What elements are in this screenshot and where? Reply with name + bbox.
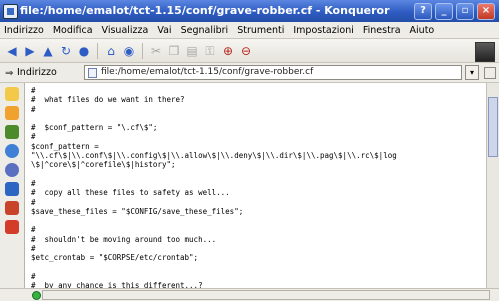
zoom-in-icon[interactable]: ⊕ — [220, 43, 236, 59]
close-button[interactable]: × — [477, 3, 495, 20]
paste-icon[interactable]: ▤ — [184, 43, 200, 59]
go-button[interactable] — [484, 67, 496, 79]
window-controls: ? _ ▫ × — [414, 3, 495, 20]
help-button[interactable]: ? — [414, 3, 432, 20]
home-folder-icon[interactable] — [5, 144, 19, 158]
document-view[interactable]: # # what files do we want in there? # # … — [25, 83, 499, 288]
bookmarks-icon[interactable] — [5, 87, 19, 101]
home-icon[interactable]: ⌂ — [103, 43, 119, 59]
menu-segnalibri[interactable]: Segnalibri — [181, 25, 229, 36]
main-toolbar: ◀ ▶ ▲ ↻ ● ⌂ ◉ ✂ ❐ ▤ ⚿ ⊕ ⊖ — [0, 39, 499, 63]
status-text-field — [42, 290, 490, 300]
vertical-scrollbar[interactable] — [486, 83, 499, 288]
menu-strumenti[interactable]: Strumenti — [237, 25, 284, 36]
url-text[interactable]: file:/home/emalot/tct-1.15/conf/grave-ro… — [101, 67, 313, 77]
minimize-button[interactable]: _ — [435, 3, 453, 20]
security-icon[interactable]: ⚿ — [202, 43, 218, 59]
removable-media-icon[interactable] — [5, 201, 19, 215]
trash-icon[interactable] — [5, 220, 19, 234]
scrollbar-thumb[interactable] — [488, 97, 498, 157]
location-bar: ⇒ Indirizzo file:/home/emalot/tct-1.15/c… — [0, 63, 499, 83]
menu-visualizza[interactable]: Visualizza — [102, 25, 149, 36]
services-icon[interactable] — [5, 182, 19, 196]
menu-bar: Indirizzo Modifica Visualizza Vai Segnal… — [0, 22, 499, 39]
copy-icon[interactable]: ❐ — [166, 43, 182, 59]
zoom-out-icon[interactable]: ⊖ — [238, 43, 254, 59]
menu-finestra[interactable]: Finestra — [363, 25, 401, 36]
up-icon[interactable]: ▲ — [40, 43, 56, 59]
toolbar-separator — [97, 42, 98, 59]
location-label: Indirizzo — [17, 67, 57, 78]
window-titlebar[interactable]: file:/home/emalot/tct-1.15/conf/grave-ro… — [0, 0, 499, 22]
network-icon[interactable] — [5, 125, 19, 139]
menu-modifica[interactable]: Modifica — [53, 25, 93, 36]
stop-icon[interactable]: ● — [76, 43, 92, 59]
root-folder-icon[interactable] — [5, 163, 19, 177]
status-bar — [0, 288, 499, 301]
back-icon[interactable]: ◀ — [4, 43, 20, 59]
status-indicator-icon — [32, 291, 41, 300]
file-content: # # what files do we want in there? # # … — [31, 86, 397, 288]
file-type-icon — [88, 68, 97, 78]
reload-icon[interactable]: ↻ — [58, 43, 74, 59]
window-title: file:/home/emalot/tct-1.15/conf/grave-ro… — [20, 4, 390, 17]
location-bar-handle-icon: ⇒ — [5, 68, 14, 79]
history-icon[interactable] — [5, 106, 19, 120]
navigation-sidebar — [0, 83, 25, 288]
forward-icon[interactable]: ▶ — [22, 43, 38, 59]
url-input[interactable]: file:/home/emalot/tct-1.15/conf/grave-ro… — [84, 65, 462, 80]
toolbar-separator — [142, 42, 143, 59]
maximize-button[interactable]: ▫ — [456, 3, 474, 20]
cut-icon[interactable]: ✂ — [148, 43, 164, 59]
url-history-dropdown[interactable]: ▾ — [465, 65, 479, 80]
menu-aiuto[interactable]: Aiuto — [410, 25, 435, 36]
menu-indirizzo[interactable]: Indirizzo — [4, 25, 44, 36]
menu-impostazioni[interactable]: Impostazioni — [293, 25, 354, 36]
print-icon[interactable]: ◉ — [121, 43, 137, 59]
activity-throbber-icon — [475, 42, 495, 62]
menu-vai[interactable]: Vai — [157, 25, 171, 36]
konqueror-app-icon — [3, 4, 18, 19]
